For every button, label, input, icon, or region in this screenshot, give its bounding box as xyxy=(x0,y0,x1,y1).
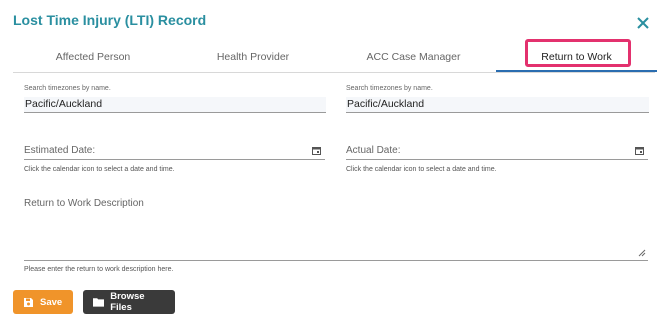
calendar-icon[interactable] xyxy=(312,146,321,155)
browse-files-button[interactable]: Browse Files xyxy=(83,290,175,314)
resize-handle-icon[interactable] xyxy=(638,249,646,257)
description-hint: Please enter the return to work descript… xyxy=(24,266,174,273)
timezone-input[interactable]: Pacific/Auckland xyxy=(24,97,326,113)
description-label: Return to Work Description xyxy=(24,198,144,209)
save-button[interactable]: Save xyxy=(13,290,73,314)
tab-acc-case-manager[interactable]: ACC Case Manager xyxy=(333,44,494,72)
tab-health-provider[interactable]: Health Provider xyxy=(173,44,333,72)
save-icon xyxy=(24,297,33,307)
timezone-caption: Search timezones by name. xyxy=(24,85,111,92)
tab-highlight-box xyxy=(525,39,631,67)
browse-files-label: Browse Files xyxy=(110,291,145,313)
close-icon[interactable] xyxy=(636,16,650,30)
estimated-date-hint: Click the calendar icon to select a date… xyxy=(24,166,175,173)
estimated-date-label: Estimated Date: xyxy=(24,145,96,156)
actual-date-hint: Click the calendar icon to select a date… xyxy=(346,166,497,173)
dialog-title: Lost Time Injury (LTI) Record xyxy=(13,12,207,28)
estimated-date-field[interactable]: Estimated Date: xyxy=(24,143,325,160)
description-textarea[interactable] xyxy=(24,212,648,261)
actual-date-field[interactable]: Actual Date: xyxy=(346,143,648,160)
tab-affected-person[interactable]: Affected Person xyxy=(13,44,173,72)
timezone-input[interactable]: Pacific/Auckland xyxy=(346,97,649,113)
calendar-icon[interactable] xyxy=(635,146,644,155)
actual-date-label: Actual Date: xyxy=(346,145,401,156)
timezone-caption: Search timezones by name. xyxy=(346,85,433,92)
folder-icon xyxy=(93,298,105,307)
save-button-label: Save xyxy=(40,296,63,308)
